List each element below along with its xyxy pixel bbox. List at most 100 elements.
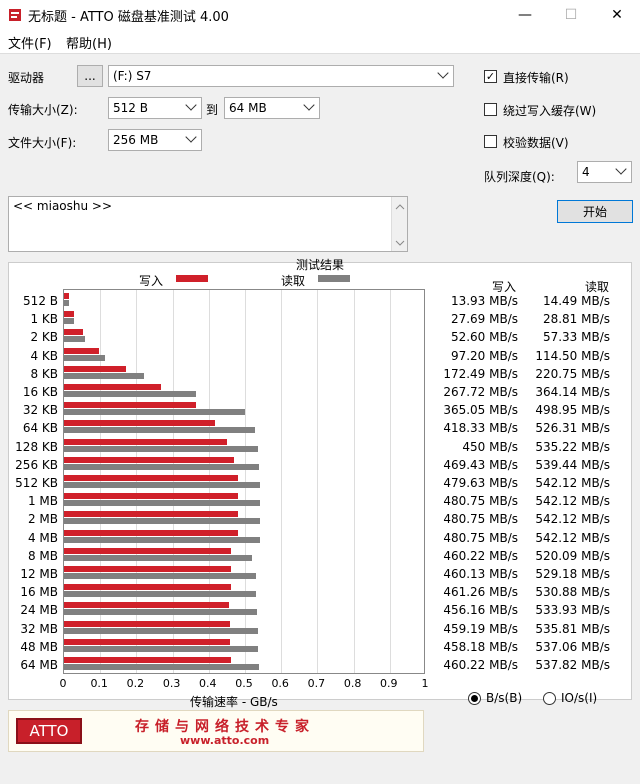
read-value-label: 533.93 MB/s (535, 603, 610, 618)
bytes-radio-label: B/s(B) (486, 691, 523, 705)
drive-select[interactable]: (F:) S7 (108, 65, 454, 87)
queue-depth-select[interactable]: 4 (577, 161, 632, 183)
category-label: 12 MB (20, 567, 58, 581)
write-bar (64, 602, 230, 609)
category-label: 128 KB (15, 439, 58, 454)
write-value-label: 97.20 MB/s (450, 348, 518, 363)
category-label: 8 MB (27, 548, 58, 563)
queue-depth-value: 4 (582, 165, 590, 179)
drive-label: 驱动器 (8, 71, 45, 85)
notes-text: << miaoshu >> (13, 199, 113, 213)
read-value-label: 537.82 MB/s (535, 658, 610, 672)
chevron-down-icon (303, 99, 315, 111)
read-value-label: 542.12 MB/s (535, 494, 610, 509)
io-radio[interactable] (543, 692, 556, 705)
write-bar (64, 347, 100, 354)
file-size-value: 256 MB (113, 133, 159, 147)
read-bar (64, 372, 144, 379)
write-value-label: 267.72 MB/s (443, 385, 518, 399)
close-button[interactable]: ✕ (594, 0, 640, 30)
x-tick-label: 0.2 (126, 677, 145, 690)
write-bar (64, 311, 75, 318)
radio-selected-dot (471, 695, 478, 702)
menu-file[interactable]: 文件(F) (8, 33, 52, 52)
browse-button[interactable]: ... (77, 65, 103, 87)
read-value-label: 498.95 MB/s (535, 403, 610, 418)
drive-select-value: (F:) S7 (113, 69, 152, 83)
read-value-label: 535.22 MB/s (535, 439, 610, 454)
transfer-from-value: 512 B (113, 101, 148, 115)
read-bar (64, 409, 245, 416)
read-value-label: 537.06 MB/s (535, 639, 610, 654)
write-bar (64, 657, 231, 663)
read-legend-swatch (318, 275, 350, 282)
write-bar (64, 638, 230, 645)
file-size-select[interactable]: 256 MB (108, 129, 202, 151)
write-value-label: 480.75 MB/s (443, 530, 518, 545)
atto-logo: ATTO (16, 718, 82, 744)
write-bar (64, 456, 234, 463)
x-tick-label: 0.5 (235, 677, 253, 690)
notes-textbox[interactable]: << miaoshu >> (8, 196, 408, 252)
write-value-label: 460.22 MB/s (443, 548, 518, 563)
read-bar (64, 554, 253, 561)
start-button[interactable]: 开始 (557, 200, 633, 223)
read-legend-label: 读取 (281, 274, 306, 288)
write-value-label: 458.18 MB/s (443, 639, 518, 654)
file-size-label: 文件大小(F): (8, 136, 77, 150)
write-value-label: 460.22 MB/s (443, 658, 518, 672)
read-value-label: 220.75 MB/s (535, 366, 610, 381)
category-label: 24 MB (20, 603, 58, 618)
read-bar (64, 445, 258, 452)
write-value-label: 469.43 MB/s (443, 457, 518, 472)
chevron-down-icon (185, 131, 197, 143)
direct-io-checkbox[interactable]: ✓ (484, 70, 497, 83)
write-bar (64, 384, 161, 390)
write-bar (64, 420, 216, 427)
write-bar (64, 293, 70, 299)
category-label: 256 KB (15, 457, 58, 472)
category-label: 512 KB (15, 476, 58, 490)
minimize-button[interactable]: — (502, 0, 548, 30)
read-bar (64, 391, 196, 397)
write-value-label: 27.69 MB/s (450, 312, 518, 327)
category-label: 16 KB (22, 385, 58, 399)
notes-scrollbar[interactable] (391, 197, 407, 251)
x-axis-label: 传输速率 - GB/s (190, 695, 278, 709)
queue-depth-label: 队列深度(Q): (484, 170, 555, 184)
results-title: 测试结果 (296, 258, 345, 272)
maximize-button[interactable]: ☐ (548, 0, 594, 30)
read-value-label: 526.31 MB/s (535, 421, 610, 436)
x-tick-label: 0.1 (90, 677, 108, 690)
read-bar (64, 645, 259, 652)
transfer-to-value: 64 MB (229, 101, 267, 115)
transfer-to-select[interactable]: 64 MB (224, 97, 320, 119)
write-legend-swatch (176, 275, 208, 282)
x-tick-label: 0.8 (343, 677, 362, 690)
write-value-label: 460.13 MB/s (443, 567, 518, 581)
write-value-label: 418.33 MB/s (443, 421, 518, 436)
write-bar (64, 584, 231, 591)
chevron-down-icon (185, 99, 197, 111)
read-value-label: 114.50 MB/s (535, 348, 610, 363)
write-value-label: 456.16 MB/s (443, 603, 518, 618)
read-bar (64, 336, 85, 343)
write-value-label: 172.49 MB/s (443, 366, 518, 381)
read-bar (64, 591, 257, 598)
write-bar (64, 511, 239, 518)
read-bar (64, 482, 261, 488)
verify-label: 校验数据(V) (503, 136, 569, 150)
banner-url[interactable]: www.atto.com (180, 734, 269, 747)
chart-plot-area (63, 289, 425, 674)
bytes-radio[interactable] (468, 692, 481, 705)
write-value-label: 461.26 MB/s (443, 585, 518, 600)
write-value-label: 365.05 MB/s (443, 403, 518, 418)
read-bar (64, 664, 259, 670)
category-label: 48 MB (20, 639, 58, 654)
menu-help[interactable]: 帮助(H) (66, 33, 112, 52)
x-tick-label: 0.6 (271, 677, 289, 690)
transfer-from-select[interactable]: 512 B (108, 97, 202, 119)
bypass-cache-checkbox[interactable] (484, 103, 497, 116)
verify-checkbox[interactable] (484, 135, 497, 148)
write-bar (64, 402, 197, 409)
